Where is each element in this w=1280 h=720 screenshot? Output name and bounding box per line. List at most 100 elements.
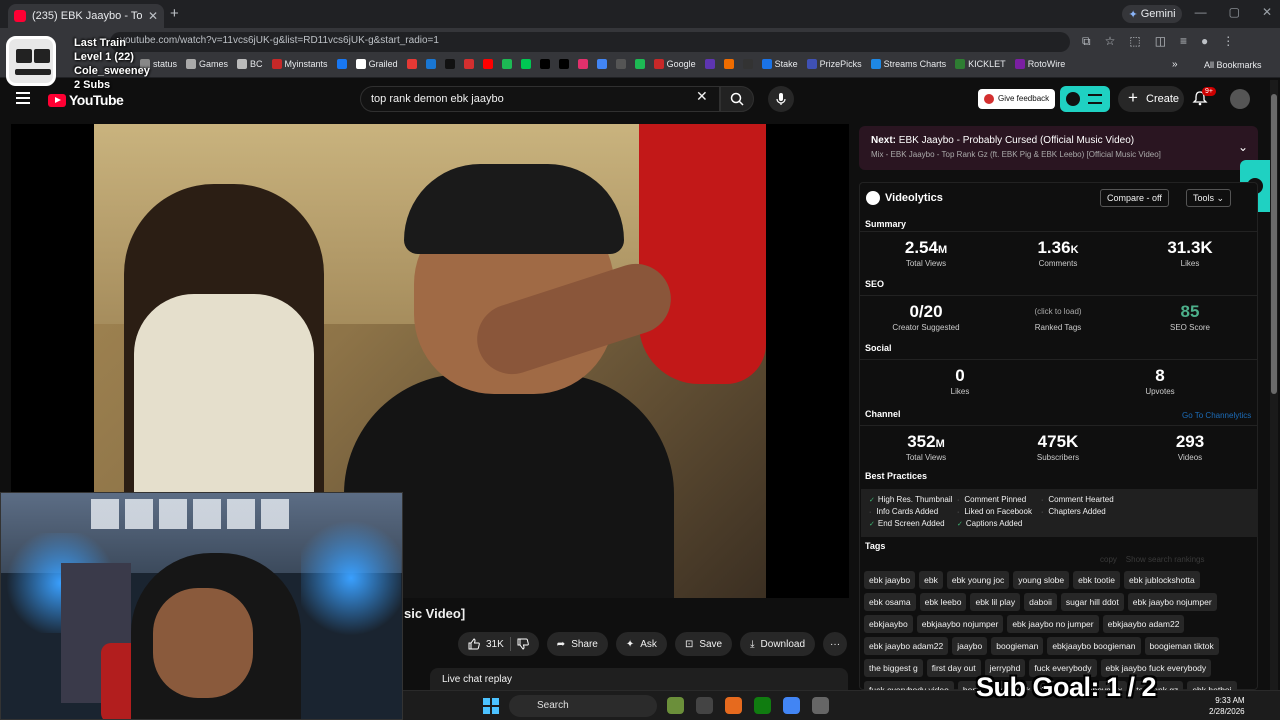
bookmark-item[interactable] [634, 59, 645, 69]
tag-chip[interactable]: sugar hill ddot [1060, 593, 1124, 611]
account-avatar[interactable] [1230, 89, 1250, 109]
bookmark-item[interactable] [463, 59, 474, 69]
download-button[interactable]: ⤓ Download [740, 632, 816, 656]
seo-ranked-tags[interactable]: (click to load) Ranked Tags [992, 306, 1124, 332]
bookmark-item[interactable]: Myinstants [271, 59, 328, 69]
bookmark-item[interactable] [742, 59, 753, 69]
windows-start-icon[interactable] [483, 698, 499, 714]
firefox-icon[interactable] [725, 697, 742, 714]
thumbs-up-icon[interactable] [468, 638, 480, 650]
tag-chip[interactable]: boogieman tiktok [1144, 637, 1219, 655]
minimize-icon[interactable]: — [1195, 5, 1207, 19]
like-count[interactable]: 31K [486, 639, 504, 650]
show-search-rankings-button[interactable]: Show search rankings [1126, 555, 1205, 564]
bookmarks-overflow-button[interactable]: » [1172, 59, 1178, 70]
bookmark-item[interactable]: RotoWire [1014, 59, 1065, 69]
scrollbar-thumb[interactable] [1271, 94, 1277, 394]
tag-chip[interactable]: first day out [926, 659, 981, 677]
task-view-icon[interactable] [696, 697, 713, 714]
split-view-icon[interactable]: ◫ [1155, 34, 1166, 49]
tag-chip[interactable]: ebk jublockshotta [1124, 571, 1200, 589]
tag-chip[interactable]: ebkjaaybo nojumper [916, 615, 1004, 633]
tag-chip[interactable]: ebk osama [864, 593, 916, 611]
tools-dropdown[interactable]: Tools ⌄ [1186, 189, 1232, 207]
page-scrollbar[interactable] [1270, 80, 1278, 690]
maximize-icon[interactable]: ▢ [1229, 5, 1240, 19]
share-button[interactable]: ➦ Share [546, 632, 608, 656]
tag-chip[interactable]: ebk jaaybo nojumper [1127, 593, 1217, 611]
install-icon[interactable]: ⧉ [1082, 34, 1091, 49]
bookmark-item[interactable] [615, 59, 626, 69]
tag-chip[interactable]: ebk tootie [1073, 571, 1121, 589]
bookmark-item[interactable]: Games [186, 59, 228, 69]
tag-chip[interactable]: ebk young joc [946, 571, 1010, 589]
url-field[interactable]: youtube.com/watch?v=11vcs6jUK-g&list=RD1… [110, 32, 1070, 52]
bookmark-star-icon[interactable]: ☆ [1105, 34, 1116, 49]
copy-tags-button[interactable]: copy [1100, 555, 1117, 564]
gemini-button[interactable]: ✦ Gemini [1122, 5, 1182, 23]
up-next-banner[interactable]: Next: EBK Jaaybo - Probably Cursed (Offi… [859, 126, 1258, 170]
system-clock[interactable]: 9:33 AM 2/28/2026 [1209, 695, 1245, 717]
tag-chip[interactable]: ebkjaaybo adam22 [1102, 615, 1185, 633]
reading-list-icon[interactable]: ≡ [1180, 34, 1187, 49]
bookmark-item[interactable] [520, 59, 531, 69]
youtube-logo[interactable]: YouTube [48, 92, 124, 108]
tag-chip[interactable]: young slobe [1013, 571, 1070, 589]
browser-tab[interactable]: (235) EBK Jaaybo - Top Rank ✕ [8, 4, 164, 28]
tag-chip[interactable]: ebk jaaybo no jumper [1007, 615, 1099, 633]
bookmark-item[interactable] [336, 59, 347, 69]
bookmark-item[interactable] [501, 59, 512, 69]
go-to-channelytics-link[interactable]: Go To Channelytics [1182, 411, 1251, 420]
tag-chip[interactable]: ebk [919, 571, 943, 589]
bookmark-item[interactable] [425, 59, 436, 69]
tag-chip[interactable]: ebk leebo [919, 593, 967, 611]
tag-chip[interactable]: boogieman [991, 637, 1044, 655]
clear-search-icon[interactable]: ✕ [696, 88, 708, 105]
xbox-icon[interactable] [754, 697, 771, 714]
more-actions-button[interactable]: ··· [823, 632, 848, 656]
bookmark-item[interactable] [723, 59, 734, 69]
bookmark-item[interactable] [596, 59, 607, 69]
compare-toggle[interactable]: Compare - off [1100, 189, 1169, 207]
bookmark-item[interactable]: BC [237, 59, 263, 69]
bookmark-item[interactable] [558, 59, 569, 69]
live-chat-replay[interactable]: Live chat replay [430, 668, 848, 692]
bookmark-item[interactable] [539, 59, 550, 69]
tag-chip[interactable]: jaaybo [952, 637, 988, 655]
thumbs-down-icon[interactable] [517, 638, 529, 650]
new-tab-button[interactable]: + [170, 5, 179, 22]
save-button[interactable]: ⊡ Save [674, 632, 733, 656]
hamburger-menu-icon[interactable] [16, 92, 30, 104]
create-button[interactable]: Create [1118, 86, 1184, 112]
bookmark-item[interactable]: PrizePicks [806, 59, 862, 69]
bookmark-item[interactable] [406, 59, 417, 69]
widget-icon[interactable] [667, 697, 684, 714]
bookmark-item[interactable] [444, 59, 455, 69]
voice-search-button[interactable] [768, 86, 794, 112]
tag-chip[interactable]: ebkjaaybo [864, 615, 913, 633]
tag-chip[interactable]: daboii [1024, 593, 1057, 611]
bookmark-item[interactable]: Google [653, 59, 696, 69]
bookmark-item[interactable]: Grailed [355, 59, 398, 69]
tag-chip[interactable]: the biggest g [864, 659, 923, 677]
close-window-icon[interactable]: ✕ [1262, 5, 1272, 19]
chevron-down-icon[interactable]: ⌄ [1238, 140, 1248, 154]
tag-chip[interactable]: ebk jaaybo adam22 [864, 637, 949, 655]
bookmark-item[interactable]: KICKLET [955, 59, 1006, 69]
tag-chip[interactable]: ebk jaaybo [864, 571, 916, 589]
bookmark-item[interactable] [704, 59, 715, 69]
tag-chip[interactable]: ebkjaaybo boogieman [1047, 637, 1141, 655]
extensions-icon[interactable]: ⬚ [1129, 34, 1140, 49]
tag-chip[interactable]: ebk lil play [970, 593, 1021, 611]
chrome-icon[interactable] [783, 697, 800, 714]
menu-icon[interactable]: ⋮ [1222, 34, 1234, 49]
bookmark-item[interactable]: Streams Charts [870, 59, 946, 69]
bookmark-item[interactable] [577, 59, 588, 69]
search-input[interactable]: top rank demon ebk jaaybo [360, 86, 720, 112]
taskbar-search[interactable]: Search [509, 695, 657, 717]
give-feedback-button[interactable]: Give feedback [978, 89, 1056, 109]
app-icon[interactable] [812, 697, 829, 714]
profile-icon[interactable]: ● [1201, 34, 1208, 49]
search-button[interactable] [720, 86, 754, 112]
bookmark-item[interactable] [482, 59, 493, 69]
